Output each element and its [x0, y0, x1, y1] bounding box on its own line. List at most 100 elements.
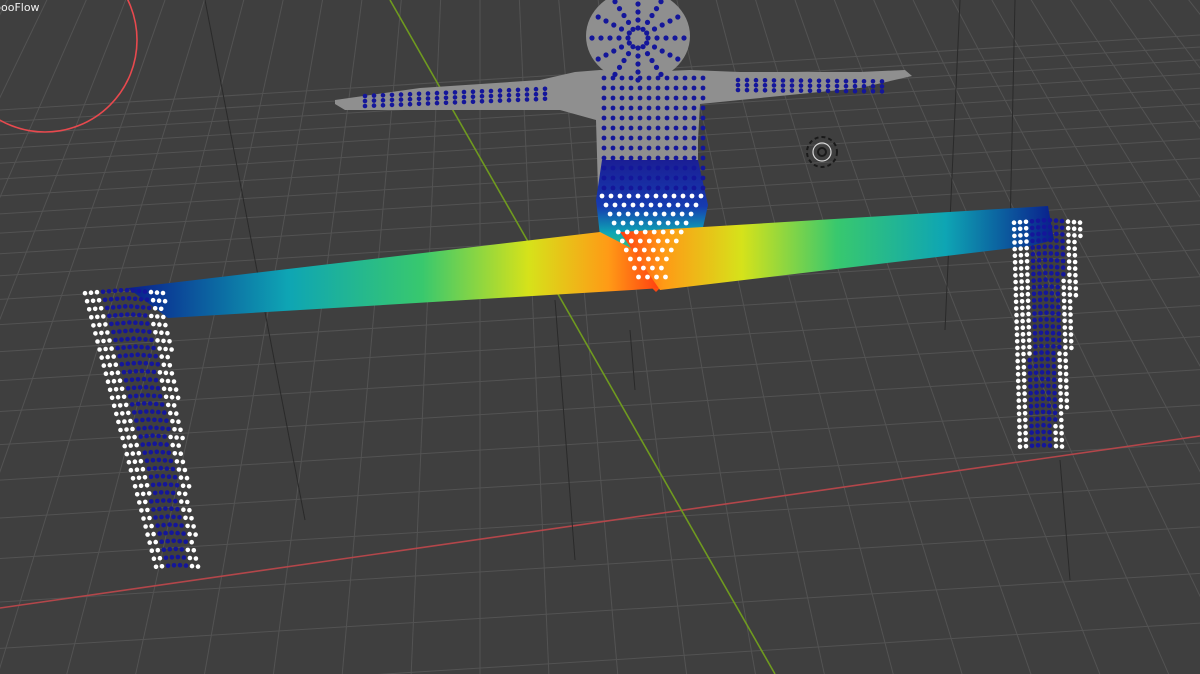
point	[1024, 259, 1030, 264]
point	[1032, 324, 1038, 330]
point	[151, 531, 156, 537]
point	[155, 314, 160, 319]
point	[1013, 273, 1018, 278]
point	[595, 56, 601, 62]
point	[1023, 417, 1028, 423]
point	[159, 564, 165, 569]
point	[1061, 272, 1066, 277]
point	[1054, 231, 1059, 237]
point	[174, 411, 179, 416]
point	[131, 360, 137, 366]
point	[762, 78, 768, 83]
point	[1016, 391, 1021, 397]
point	[176, 419, 181, 425]
point	[626, 30, 632, 36]
point	[1051, 357, 1056, 363]
point	[1058, 397, 1064, 403]
viewport-scene[interactable]	[0, 0, 1200, 674]
point	[136, 426, 141, 431]
point	[109, 370, 115, 376]
point	[646, 155, 652, 161]
point	[1014, 339, 1020, 344]
point	[1072, 239, 1077, 245]
point	[1060, 258, 1066, 264]
point	[1020, 312, 1025, 317]
point	[628, 95, 634, 101]
point	[628, 105, 634, 111]
point	[1013, 299, 1019, 305]
point	[158, 490, 164, 495]
point	[1015, 352, 1020, 357]
point	[673, 95, 679, 101]
point	[114, 296, 120, 302]
point	[1048, 244, 1053, 249]
point	[1060, 238, 1065, 244]
point	[1015, 372, 1021, 377]
point	[780, 88, 786, 93]
point	[635, 17, 641, 23]
point	[619, 175, 625, 181]
point	[637, 165, 643, 171]
point	[115, 370, 121, 376]
point	[1065, 225, 1071, 231]
point	[660, 229, 666, 235]
point	[176, 491, 182, 496]
point	[157, 394, 163, 399]
point	[161, 362, 167, 368]
point	[630, 202, 636, 208]
point	[150, 297, 156, 303]
point	[183, 515, 188, 521]
point	[1036, 264, 1042, 270]
point	[533, 96, 539, 102]
point	[619, 115, 625, 121]
point	[1056, 324, 1062, 330]
point	[1023, 219, 1029, 225]
point	[183, 563, 189, 568]
point	[162, 434, 167, 439]
point	[145, 345, 150, 350]
point	[126, 410, 131, 416]
point	[389, 92, 395, 98]
point	[700, 135, 706, 141]
point	[1072, 233, 1077, 238]
point	[119, 312, 124, 318]
point	[601, 165, 607, 171]
point	[111, 403, 117, 409]
point	[647, 220, 653, 226]
point	[1058, 404, 1064, 410]
point	[1063, 351, 1068, 357]
point	[650, 265, 655, 271]
point	[634, 211, 640, 217]
point	[147, 401, 153, 406]
point	[1043, 290, 1049, 296]
point	[628, 165, 634, 171]
point	[157, 555, 163, 561]
point	[610, 165, 616, 171]
point	[193, 556, 199, 561]
point	[416, 91, 422, 97]
point	[1067, 292, 1073, 298]
point	[137, 312, 142, 318]
point	[1016, 398, 1022, 403]
point	[1024, 265, 1030, 271]
point	[673, 85, 679, 91]
point	[1071, 219, 1077, 225]
point	[628, 238, 634, 244]
point	[1040, 409, 1046, 415]
point	[621, 12, 627, 19]
point	[93, 331, 98, 336]
point	[1018, 233, 1023, 238]
point	[168, 410, 173, 416]
point	[654, 274, 659, 280]
point	[1060, 252, 1066, 257]
3d-viewport[interactable]: booFlow	[0, 0, 1200, 674]
point	[595, 14, 601, 20]
point	[143, 337, 148, 342]
point	[1044, 310, 1049, 316]
point	[470, 99, 476, 104]
point	[653, 64, 660, 70]
point	[644, 193, 650, 199]
point	[667, 52, 673, 58]
point	[1068, 312, 1073, 317]
point	[137, 385, 143, 390]
